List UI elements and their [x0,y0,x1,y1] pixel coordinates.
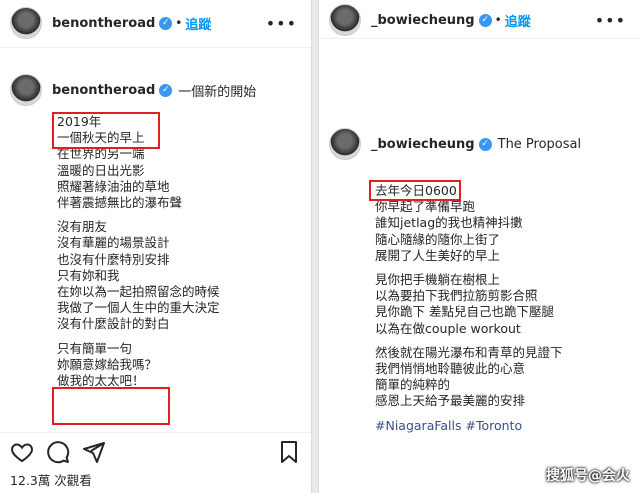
divider [0,47,311,48]
caption-line: 誰知jetlag的我也精神抖擻 [375,215,523,231]
caption-line: 展開了人生美好的早上 [375,247,501,263]
more-options-icon[interactable]: ••• [595,11,626,30]
share-icon[interactable] [82,440,106,464]
view-count: 12.3萬 次觀看 [10,473,92,488]
caption-line: 在妳以為一起拍照留念的時候 [57,284,220,300]
avatar[interactable] [10,7,42,39]
caption-avatar[interactable] [10,74,42,106]
caption-header: benontheroad ✓ 一個新的開始 [10,74,256,106]
comment-icon[interactable] [46,440,70,464]
caption-line: 簡單的純粹的 [375,377,451,393]
bookmark-icon[interactable] [277,440,301,464]
follow-button[interactable]: 追蹤 [505,11,531,30]
caption-line: 見你把手機躺在樹根上 [375,272,501,288]
username[interactable]: _bowiecheung [371,13,475,28]
caption-header: _bowiecheung ✓ The Proposal [329,128,581,160]
divider [319,38,640,39]
highlight-box [369,180,461,201]
watermark: 搜狐号@会火 [546,468,630,484]
caption-line: 我做了一個人生中的重大決定 [57,300,220,316]
caption-body: 去年今日0600 你早起了準備早跑 誰知jetlag的我也精神抖擻 隨心隨緣的隨… [375,183,563,434]
separator-dot: • [175,16,183,30]
caption-line: 我們悄悄地聆聽彼此的心意 [375,361,526,377]
verified-badge-icon: ✓ [478,13,492,27]
heart-icon[interactable] [10,440,34,464]
caption-line: 伴著震撼無比的瀑布聲 [57,195,183,211]
caption-line: 沒有什麼設計的對白 [57,316,170,332]
username[interactable]: benontheroad [52,16,155,31]
verified-badge-icon: ✓ [478,137,492,151]
verified-badge-icon: ✓ [159,83,173,97]
highlight-box [52,112,160,149]
caption-line: 照耀著綠油油的草地 [57,178,170,194]
caption-author[interactable]: _bowiecheung [371,137,475,152]
caption-line: 只有妳和我 [57,267,120,283]
caption-line: 沒有華麗的場景設計 [57,235,170,251]
action-bar [10,437,301,467]
verified-badge-icon: ✓ [159,16,173,30]
separator-dot: • [494,13,502,27]
caption-line: 沒有朋友 [57,219,108,235]
caption-line: 你早起了準備早跑 [375,199,476,215]
right-post: _bowiecheung ✓ • 追蹤 ••• _bowiecheung ✓ T… [318,0,640,493]
post-header: _bowiecheung ✓ • 追蹤 ••• [319,0,640,40]
caption-line: 然後就在陽光瀑布和青草的見證下 [375,344,563,360]
caption-line: 溫暖的日出光影 [57,162,145,178]
caption-line: 以為在做couple workout [375,320,521,336]
highlight-box [52,387,170,425]
avatar[interactable] [329,4,361,36]
caption-line: 只有簡單一句 [57,340,133,356]
caption-line: 妳願意嫁給我嗎？ [57,356,158,372]
left-post: benontheroad ✓ • 追蹤 ••• benontheroad ✓ 一… [0,0,312,493]
caption-body: 2019年 一個秋天的早上 在世界的另一端 溫暖的日出光影 照耀著綠油油的草地 … [57,114,220,389]
hashtags[interactable]: #NiagaraFalls #Toronto [375,418,563,434]
caption-title: 一個新的開始 [178,84,257,100]
follow-button[interactable]: 追蹤 [185,14,211,33]
caption-author[interactable]: benontheroad [52,83,155,98]
caption-line: 見你跪下 差點兒自己也跪下壓腿 [375,304,554,320]
post-header: benontheroad ✓ • 追蹤 ••• [0,3,311,43]
divider [0,432,311,433]
caption-avatar[interactable] [329,128,361,160]
caption-title: The Proposal [497,136,582,152]
caption-line: 也沒有什麼特別安排 [57,251,170,267]
caption-line: 隨心隨緣的隨你上街了 [375,231,501,247]
more-options-icon[interactable]: ••• [266,14,297,33]
caption-line: 感恩上天給予最美麗的安排 [375,393,526,409]
caption-line: 以為要拍下我們拉筋剪影合照 [375,288,538,304]
